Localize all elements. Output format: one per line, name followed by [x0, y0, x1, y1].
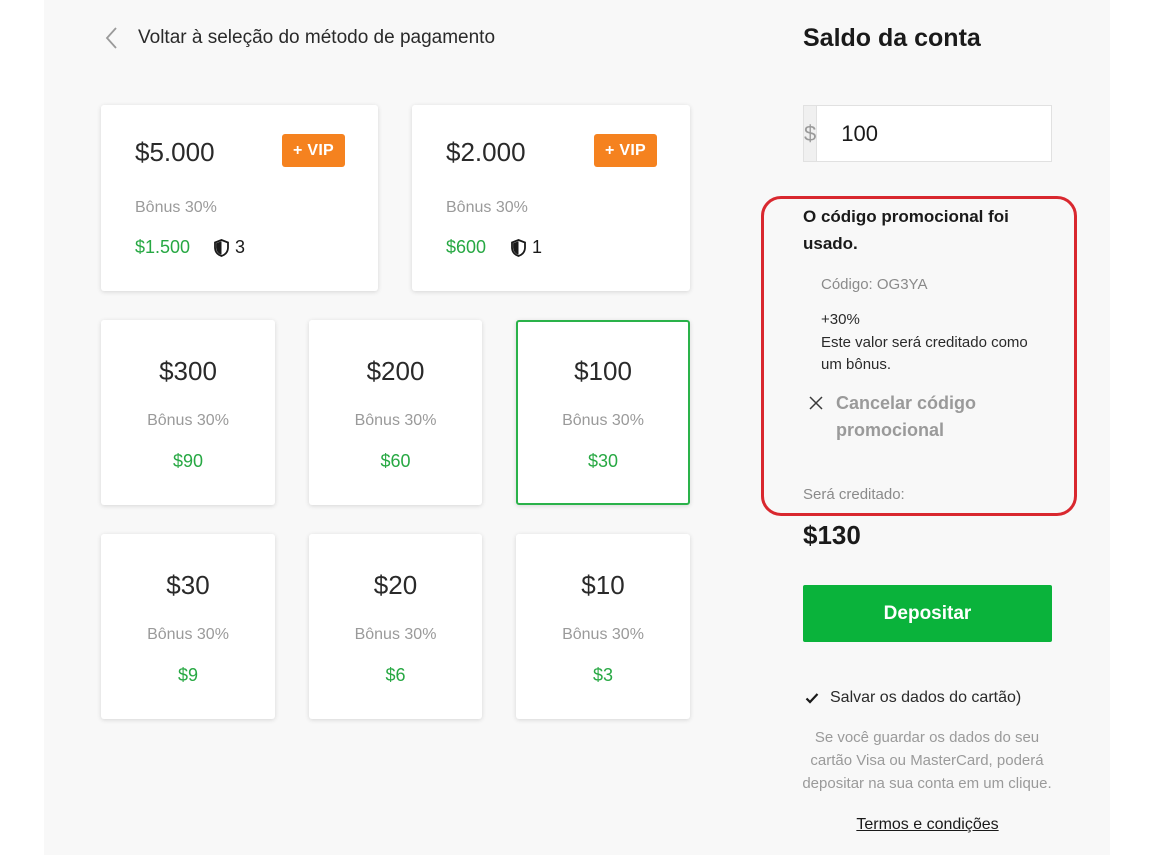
- package-bonus-amount: $60: [380, 451, 411, 471]
- package-amount: $300: [159, 356, 217, 386]
- terms-link[interactable]: Termos e condições: [803, 816, 1052, 834]
- package-card-20[interactable]: $20 Bônus 30% $6: [309, 534, 482, 719]
- package-bonus-amount: $9: [177, 665, 199, 685]
- package-bonus-amount: $3: [592, 665, 614, 685]
- vip-badge: + VIP: [594, 134, 657, 167]
- package-amount: $20: [373, 570, 418, 600]
- package-bonus-amount: $600: [446, 237, 487, 257]
- deposit-button[interactable]: Depositar: [803, 585, 1052, 642]
- promo-description: Este valor será creditado como um bônus.: [821, 334, 1028, 373]
- credited-value: $130: [803, 520, 861, 550]
- package-bonus-label: Bônus 30%: [562, 626, 644, 643]
- shield-count-value: 3: [235, 237, 246, 257]
- package-bonus-label: Bônus 30%: [147, 626, 229, 643]
- package-card-10[interactable]: $10 Bônus 30% $3: [516, 534, 690, 719]
- cancel-promo-button[interactable]: Cancelar código promocional: [807, 390, 1006, 444]
- promo-percent: +30%: [821, 311, 860, 328]
- package-amount: $30: [166, 570, 210, 600]
- package-card-30[interactable]: $30 Bônus 30% $9: [101, 534, 275, 719]
- package-card-100-selected[interactable]: $100 Bônus 30% $30: [516, 320, 690, 505]
- package-bonus-label: Bônus 30%: [562, 412, 644, 429]
- save-card-checkbox[interactable]: Salvar os dados do cartão): [803, 689, 1021, 707]
- vip-badge: + VIP: [282, 134, 345, 167]
- package-bonus-amount: $1.500: [135, 237, 191, 257]
- package-bonus-label: Bônus 30%: [446, 199, 528, 216]
- package-amount: $5.000: [135, 137, 215, 167]
- back-link-label: Voltar à seleção do método de pagamento: [138, 27, 496, 48]
- shield-icon: [214, 238, 229, 257]
- save-card-label: Salvar os dados do cartão): [830, 689, 1022, 706]
- package-bonus-amount: $6: [385, 665, 406, 685]
- package-bonus-label: Bônus 30%: [354, 412, 437, 429]
- package-card-2000[interactable]: $2.000 + VIP Bônus 30% $600 1: [412, 105, 690, 291]
- package-amount: $100: [574, 356, 632, 386]
- shield-count-value: 1: [532, 237, 543, 257]
- promo-code-text: Código: OG3YA: [821, 276, 928, 293]
- shield-icon: [511, 238, 526, 257]
- cancel-promo-label: Cancelar código promocional: [836, 393, 977, 440]
- checkmark-icon: [803, 689, 821, 707]
- account-balance-title: Saldo da conta: [803, 24, 981, 52]
- save-card-note: Se você guardar os dados do seu cartão V…: [802, 729, 1052, 792]
- package-amount: $200: [366, 356, 425, 386]
- deposit-amount-field[interactable]: $: [803, 105, 1130, 162]
- package-bonus-amount: $30: [587, 451, 619, 471]
- deposit-amount-input[interactable]: [817, 106, 1130, 161]
- promo-applied-title: O código promocional foi usado.: [803, 207, 1009, 253]
- shield-count: 1: [511, 237, 542, 258]
- package-bonus-amount: $90: [172, 451, 204, 471]
- credited-label: Será creditado:: [803, 486, 905, 503]
- package-amount: $2.000: [446, 137, 526, 167]
- package-bonus-label: Bônus 30%: [354, 626, 437, 643]
- chevron-left-icon: [104, 24, 126, 52]
- package-card-300[interactable]: $300 Bônus 30% $90: [101, 320, 275, 505]
- package-bonus-label: Bônus 30%: [147, 412, 229, 429]
- close-icon: [807, 390, 825, 416]
- package-card-200[interactable]: $200 Bônus 30% $60: [309, 320, 482, 505]
- package-card-5000[interactable]: $5.000 + VIP Bônus 30% $1.500 3: [101, 105, 378, 291]
- currency-symbol: $: [804, 106, 818, 161]
- back-to-payment-methods-link[interactable]: Voltar à seleção do método de pagamento: [104, 24, 495, 52]
- shield-count: 3: [214, 237, 245, 258]
- package-bonus-label: Bônus 30%: [135, 199, 217, 216]
- package-amount: $10: [581, 570, 625, 600]
